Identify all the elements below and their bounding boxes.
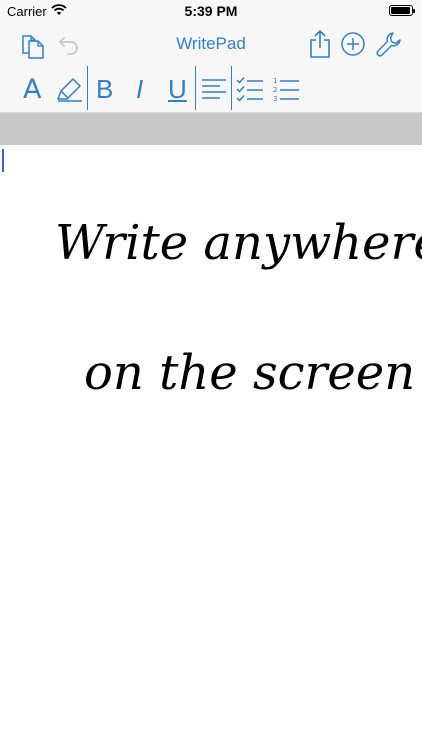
ruler-strip <box>0 113 422 145</box>
toolbar-separator <box>231 66 232 110</box>
status-bar: Carrier 5:39 PM <box>0 0 422 22</box>
document-canvas[interactable]: Write anywhere on the screen <box>0 145 422 750</box>
numbered-list-icon[interactable]: 1 2 3 <box>272 76 300 102</box>
handwriting-line: on the screen <box>84 345 416 401</box>
svg-text:1: 1 <box>273 77 277 85</box>
checklist-icon[interactable] <box>236 76 264 102</box>
svg-text:3: 3 <box>273 95 277 102</box>
text-cursor <box>2 149 4 172</box>
align-left-icon[interactable] <box>201 76 227 102</box>
font-button[interactable]: A <box>23 74 41 105</box>
add-document-icon[interactable] <box>340 31 366 57</box>
highlighter-icon[interactable] <box>56 75 84 103</box>
clock: 5:39 PM <box>184 3 238 19</box>
toolbar-separator <box>195 66 196 110</box>
handwriting-line: Write anywhere <box>55 215 422 271</box>
toolbar-separator <box>87 66 88 110</box>
italic-button[interactable]: I <box>136 74 143 105</box>
share-icon[interactable] <box>306 29 334 59</box>
svg-text:2: 2 <box>273 86 277 94</box>
settings-wrench-icon[interactable] <box>375 30 403 58</box>
underline-button[interactable]: U <box>168 74 187 105</box>
format-toolbar: A B I U 1 2 3 <box>0 66 422 113</box>
navigation-bar: WritePad <box>0 22 422 66</box>
bold-button[interactable]: B <box>96 74 113 105</box>
battery-icon <box>389 5 415 16</box>
